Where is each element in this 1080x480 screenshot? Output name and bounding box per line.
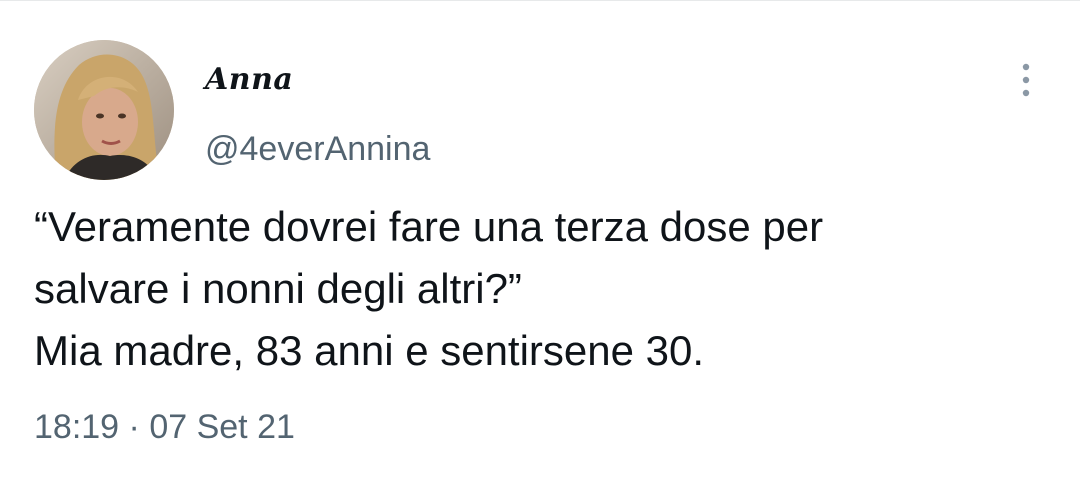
- author-handle[interactable]: @4everAnnina: [205, 130, 430, 169]
- avatar[interactable]: [34, 40, 174, 180]
- tweet-time-link[interactable]: 18:19: [34, 408, 119, 446]
- tweet-text-line: salvare i nonni degli altri?”: [34, 265, 522, 312]
- author-display-name[interactable]: Anna: [205, 62, 293, 97]
- tweet-text: “Veramente dovrei fare una terza dose pe…: [34, 196, 1044, 382]
- more-vertical-icon: [1022, 63, 1030, 97]
- tweet-date: 07 Set 21: [149, 408, 295, 446]
- tweet-text-line: Mia madre, 83 anni e sentirsene 30.: [34, 327, 705, 374]
- top-divider: [0, 0, 1080, 1]
- tweet-text-line: “Veramente dovrei fare una terza dose pe…: [34, 203, 824, 250]
- avatar-image: [34, 40, 174, 180]
- tweet-date-link[interactable]: 07 Set 21: [149, 408, 295, 446]
- more-options-button[interactable]: [1004, 58, 1048, 102]
- timestamp-separator: ·: [128, 408, 140, 446]
- tweet-timestamp: 18:19 · 07 Set 21: [34, 408, 295, 447]
- tweet-time: 18:19: [34, 408, 120, 446]
